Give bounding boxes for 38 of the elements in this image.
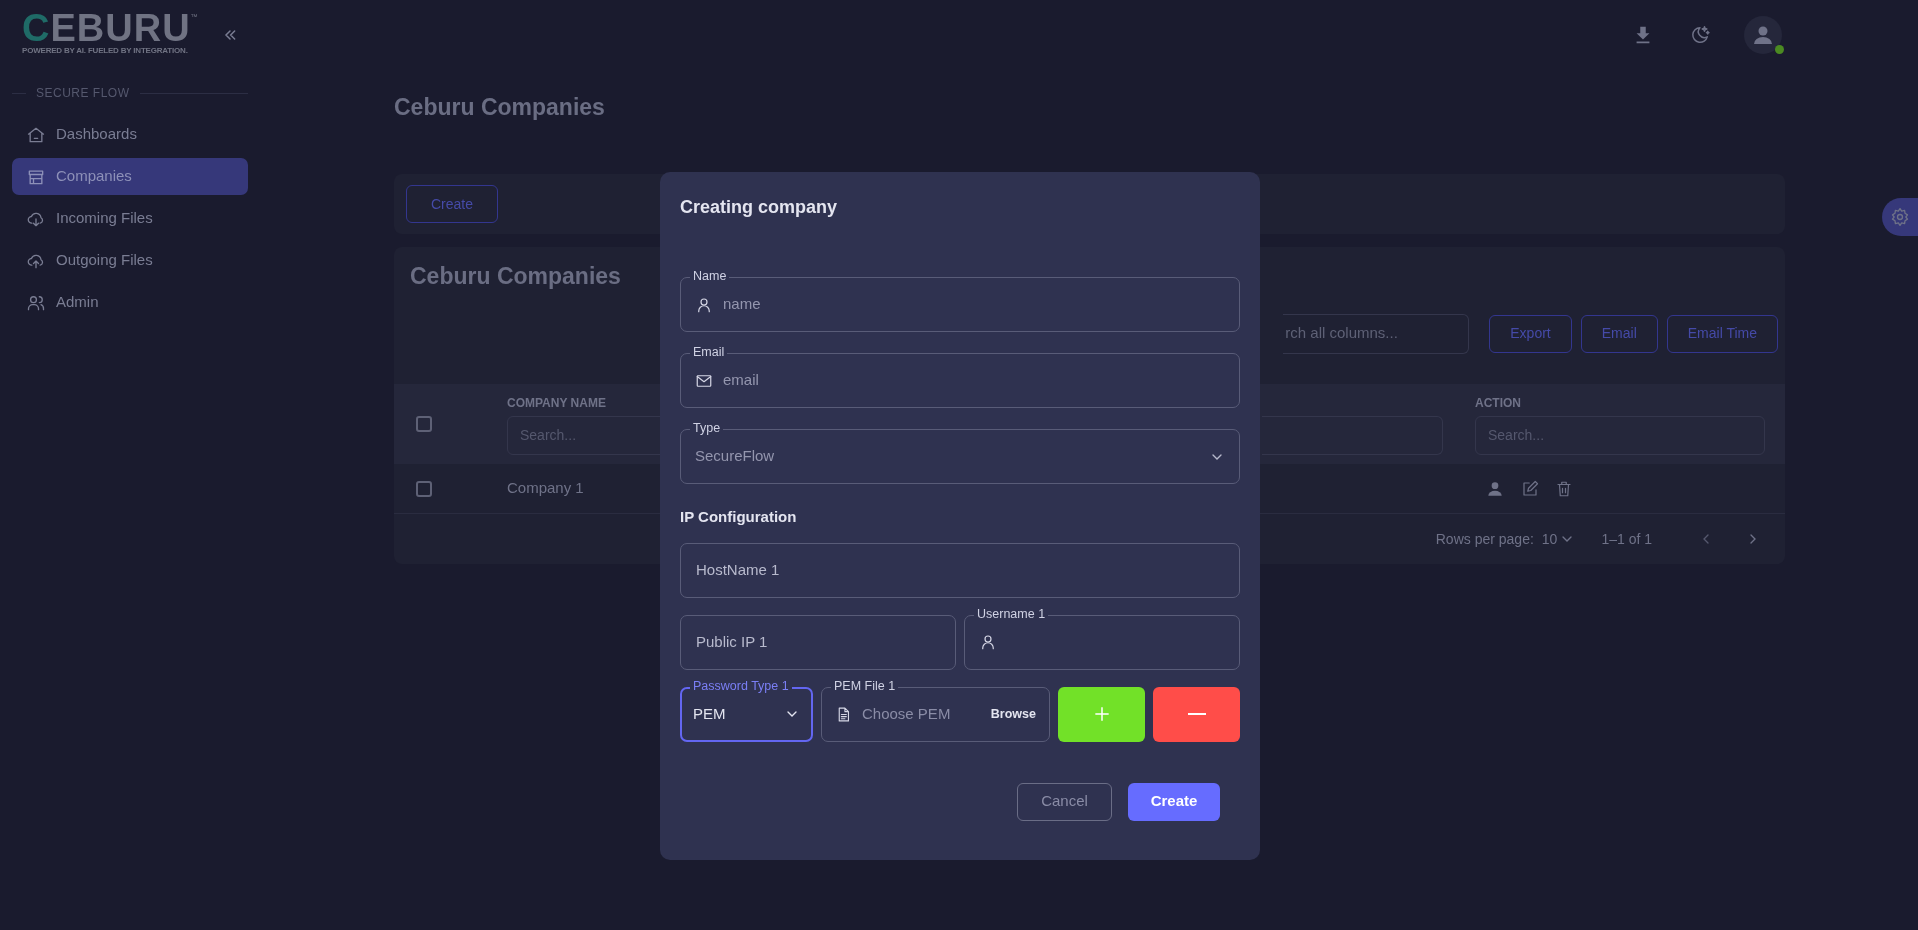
sidebar-item[interactable]: Dashboards <box>12 116 248 153</box>
dialog-title: Creating company <box>680 196 839 219</box>
remove-button[interactable] <box>1153 686 1240 742</box>
input-field[interactable]: Public IP 1 <box>680 614 956 670</box>
create-button[interactable]: Create <box>1128 782 1220 821</box>
rows-per-page-label: Rows per page: <box>1435 529 1534 549</box>
browse-button[interactable]: Browse <box>990 704 1036 724</box>
field-label: Type <box>690 420 724 436</box>
settings-button[interactable] <box>1882 198 1918 236</box>
sidebar-item[interactable]: Admin <box>12 284 248 321</box>
pagination-range: 1–1 of 1 <box>1601 529 1652 549</box>
global-search-field[interactable]: rch all columns... <box>1283 313 1470 354</box>
input-field[interactable]: HostName 1 <box>680 542 1240 598</box>
section-title: IP Configuration <box>680 507 798 527</box>
column-header: ACTION <box>1475 394 1522 412</box>
section-label: SECURE FLOW <box>36 85 130 102</box>
rows-per-page-select[interactable]: 10 <box>1541 528 1576 550</box>
sidebar-item[interactable]: Companies <box>12 158 248 195</box>
settings-icon <box>1890 207 1910 227</box>
edit-icon[interactable] <box>1521 479 1539 498</box>
sidebar-item[interactable]: Outgoing Files <box>12 242 248 279</box>
user-icon <box>695 295 713 314</box>
checkbox[interactable] <box>416 480 432 497</box>
table-action-button[interactable]: Export <box>1489 314 1572 353</box>
trash-icon[interactable] <box>1555 479 1573 498</box>
table-title: Ceburu Companies <box>410 262 621 291</box>
sidebar-item[interactable]: Incoming Files <box>12 200 248 237</box>
user-icon <box>979 633 997 651</box>
table-action-button[interactable]: Email Time <box>1666 314 1778 353</box>
create-button[interactable]: Create <box>406 185 498 223</box>
checkbox[interactable] <box>416 416 432 432</box>
minus-icon <box>1187 713 1206 715</box>
avatar[interactable] <box>1744 16 1782 54</box>
add-button[interactable] <box>1058 686 1145 742</box>
column-header: COMPANY NAME <box>507 394 607 412</box>
table-cell-text: Company 1 <box>507 478 585 499</box>
cancel-button[interactable]: Cancel <box>1017 782 1112 821</box>
page-title: Ceburu Companies <box>394 93 606 122</box>
